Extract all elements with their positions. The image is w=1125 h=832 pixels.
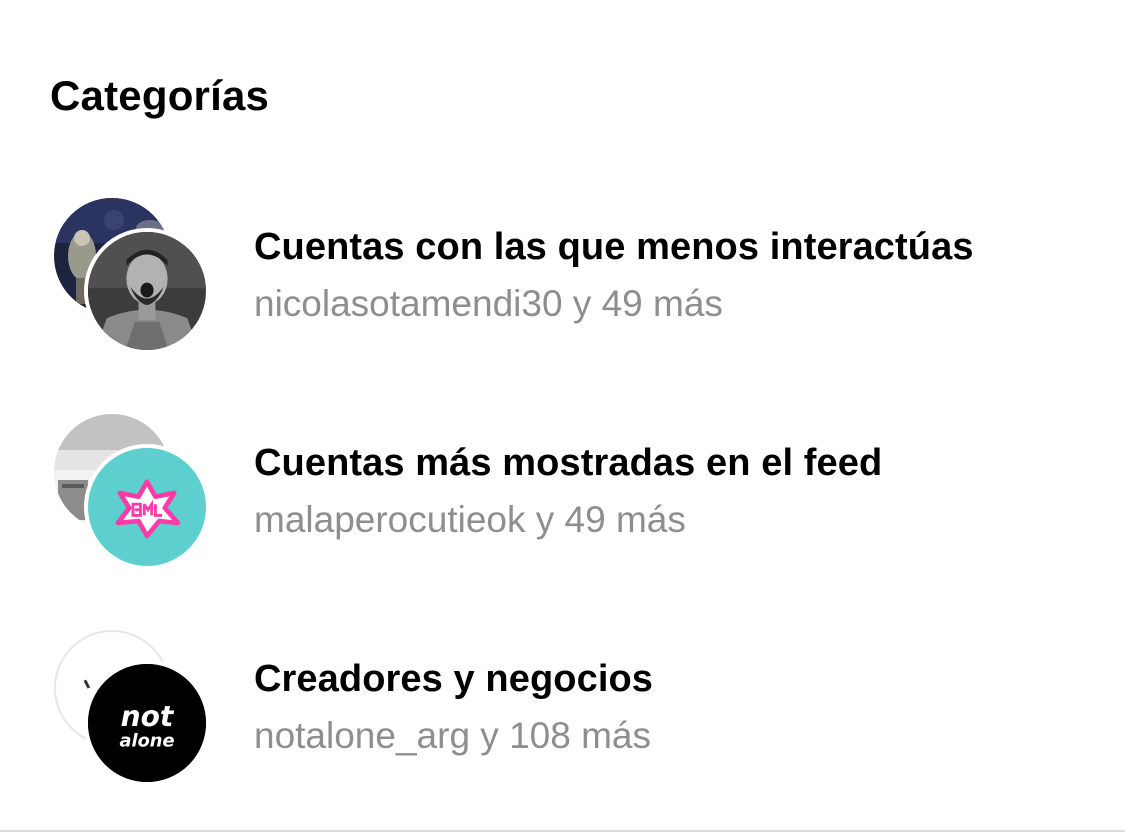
avatar-stack bbox=[54, 198, 214, 358]
category-subtitle: notalone_arg y 108 más bbox=[254, 715, 651, 756]
category-title: Creadores y negocios bbox=[254, 658, 654, 700]
avatar-stack bbox=[54, 414, 214, 574]
category-text: Cuentas con las que menos interactúas ni… bbox=[254, 224, 974, 330]
logo-text-not: not bbox=[121, 700, 175, 733]
logo-text-alone: alone bbox=[119, 730, 174, 751]
category-item-least-interacted[interactable]: Cuentas con las que menos interactúas ni… bbox=[0, 198, 1125, 388]
category-title: Cuentas con las que menos interactúas bbox=[254, 226, 974, 268]
category-text: Cuentas más mostradas en el feed malaper… bbox=[254, 440, 882, 546]
emilia-star-logo-avatar bbox=[84, 444, 210, 570]
category-item-most-shown[interactable]: Cuentas más mostradas en el feed malaper… bbox=[0, 414, 1125, 604]
avatar-stack: not alone bbox=[54, 630, 214, 790]
category-list: Cuentas con las que menos interactúas ni… bbox=[0, 0, 1125, 832]
category-item-creators-business[interactable]: not alone Creadores y negocios notalone_… bbox=[0, 630, 1125, 820]
category-title: Cuentas más mostradas en el feed bbox=[254, 442, 883, 484]
not-alone-logo-avatar: not alone bbox=[84, 660, 210, 786]
footballer-photo-avatar bbox=[84, 228, 210, 354]
category-text: Creadores y negocios notalone_arg y 108 … bbox=[254, 656, 653, 762]
category-subtitle: nicolasotamendi30 y 49 más bbox=[254, 283, 723, 324]
category-subtitle: malaperocutieok y 49 más bbox=[254, 499, 686, 540]
